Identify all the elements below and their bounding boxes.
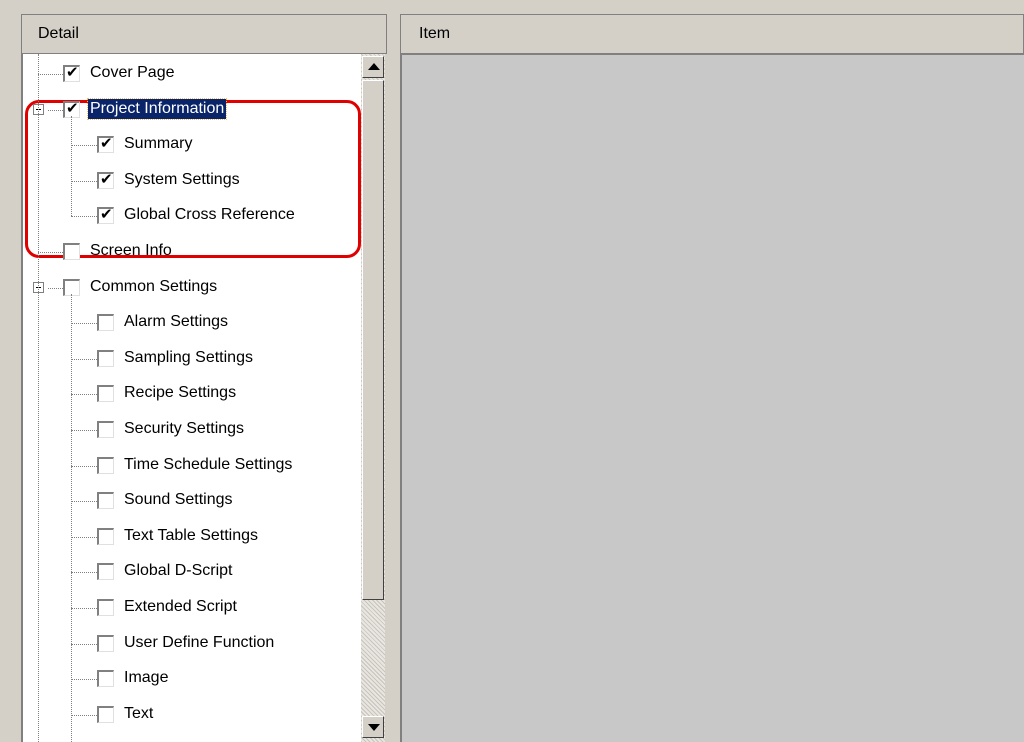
- tree-item-label: Extended Script: [124, 598, 237, 615]
- tree-connector: [71, 465, 97, 467]
- tree-branch-line: [71, 115, 72, 217]
- tree-item[interactable]: ✔ Summary: [23, 127, 361, 163]
- tree-item[interactable]: Sampling Settings: [23, 341, 361, 377]
- tree-root-line: [38, 54, 39, 742]
- checkmark-icon: ✔: [100, 205, 113, 224]
- tree-item-checkbox[interactable]: [97, 349, 114, 367]
- tree-item-label: User Define Function: [124, 633, 275, 651]
- tree-scrollbar[interactable]: [361, 54, 385, 742]
- tree-item[interactable]: Common Settings: [23, 270, 361, 306]
- tree-connector: [38, 252, 63, 253]
- tree-item-label: System Settings: [124, 170, 240, 188]
- tree-item[interactable]: Text: [23, 697, 361, 733]
- tree-connector: [71, 643, 97, 645]
- tree-item[interactable]: ✔ Cover Page: [23, 56, 361, 92]
- tree-item[interactable]: Sound Settings: [23, 483, 361, 519]
- tree-item[interactable]: ✔ Global Cross Reference: [23, 198, 361, 234]
- scroll-up-button[interactable]: [362, 56, 384, 78]
- tree-item-checkbox[interactable]: ✔: [97, 134, 114, 154]
- detail-header[interactable]: Detail: [21, 14, 387, 54]
- tree-connector: [48, 109, 63, 111]
- tree-connector: [48, 287, 63, 289]
- tree-item-label: Global D-Script: [124, 562, 233, 580]
- tree-connector: [38, 74, 63, 75]
- item-content-area: [400, 54, 1024, 742]
- checkmark-icon: ✔: [100, 169, 113, 188]
- tree-item-checkbox[interactable]: [97, 527, 114, 545]
- tree-item-label: Text: [124, 704, 154, 722]
- tree-item[interactable]: Image: [23, 661, 361, 697]
- tree-item-checkbox[interactable]: [97, 563, 114, 581]
- tree-item-label: Common Settings: [90, 277, 218, 295]
- tree-item-label: Summary: [124, 135, 193, 153]
- tree-connector: [71, 180, 97, 182]
- tree-item[interactable]: ✔ Project Information: [23, 92, 361, 128]
- tree-connector: [71, 608, 97, 609]
- tree-item-checkbox[interactable]: [97, 314, 114, 332]
- tree-item[interactable]: Security Settings: [23, 412, 361, 448]
- detail-panel: Detail ✔ Cover Page ✔ Project Information ✔ S…: [21, 14, 387, 742]
- scroll-down-button[interactable]: [362, 716, 384, 738]
- tree-item-checkbox[interactable]: [63, 243, 80, 260]
- tree-item-label: Security Settings: [124, 420, 245, 437]
- item-header[interactable]: Item: [400, 14, 1024, 54]
- arrow-down-icon: [368, 724, 380, 731]
- tree-item[interactable]: User Define Function: [23, 626, 361, 662]
- tree-item-checkbox[interactable]: ✔: [97, 205, 114, 225]
- tree-item-checkbox[interactable]: [97, 492, 114, 510]
- tree-connector: [71, 394, 97, 396]
- tree-item-label: Sound Settings: [124, 491, 233, 509]
- tree-item[interactable]: Global D-Script: [23, 554, 361, 590]
- tree-connector: [71, 679, 97, 681]
- tree-item-checkbox[interactable]: ✔: [97, 169, 114, 189]
- tree-item-checkbox[interactable]: ✔: [63, 63, 80, 82]
- tree-item-checkbox[interactable]: [97, 599, 114, 616]
- tree-item-label: Screen Info: [90, 242, 172, 259]
- tree-item[interactable]: Time Schedule Settings: [23, 448, 361, 484]
- tree-connector: [71, 714, 97, 716]
- tree-item-label: Sampling Settings: [124, 348, 253, 366]
- tree-item-checkbox[interactable]: [97, 705, 114, 723]
- tree-branch-line: [71, 293, 72, 742]
- tree-item-label: Global Cross Reference: [124, 206, 295, 224]
- tree-item-checkbox[interactable]: [97, 456, 114, 474]
- tree-connector: [71, 430, 97, 431]
- tree-item-checkbox[interactable]: [97, 634, 114, 652]
- tree-connector: [71, 501, 97, 503]
- scroll-thumb[interactable]: [362, 80, 384, 600]
- tree-item-checkbox[interactable]: [97, 670, 114, 688]
- tree-connector: [71, 536, 97, 538]
- checkmark-icon: ✔: [66, 63, 79, 81]
- tree-item[interactable]: ✔ System Settings: [23, 163, 361, 199]
- checkmark-icon: ✔: [66, 98, 79, 117]
- tree-item[interactable]: Screen Info: [23, 234, 361, 270]
- checkmark-icon: ✔: [100, 134, 113, 153]
- tree-item-checkbox[interactable]: [97, 385, 114, 403]
- tree-connector: [71, 572, 97, 574]
- tree-connector: [71, 216, 97, 218]
- tree-connector: [71, 358, 97, 360]
- arrow-up-icon: [368, 63, 380, 70]
- report-settings-window: Detail ✔ Cover Page ✔ Project Information ✔ S…: [0, 0, 1024, 742]
- tree-item-label: Recipe Settings: [124, 384, 237, 402]
- tree-item-label: Project Information: [86, 97, 228, 120]
- tree-item-label: Image: [124, 669, 169, 687]
- tree-item-label: Text Table Settings: [124, 526, 259, 544]
- tree-connector: [71, 323, 97, 325]
- tree-item[interactable]: Alarm Settings: [23, 305, 361, 341]
- item-panel: Item: [400, 14, 1024, 742]
- tree-item[interactable]: Recipe Settings: [23, 376, 361, 412]
- tree-item[interactable]: Text Table Settings: [23, 519, 361, 555]
- tree-item-label: Time Schedule Settings: [124, 455, 293, 473]
- tree-item-checkbox[interactable]: [97, 421, 114, 438]
- tree-item-label: Alarm Settings: [124, 313, 229, 331]
- tree-item-label: Cover Page: [90, 64, 175, 81]
- tree-connector: [71, 145, 97, 147]
- detail-tree[interactable]: ✔ Cover Page ✔ Project Information ✔ Summary ✔…: [21, 54, 361, 742]
- tree-item[interactable]: Extended Script: [23, 590, 361, 626]
